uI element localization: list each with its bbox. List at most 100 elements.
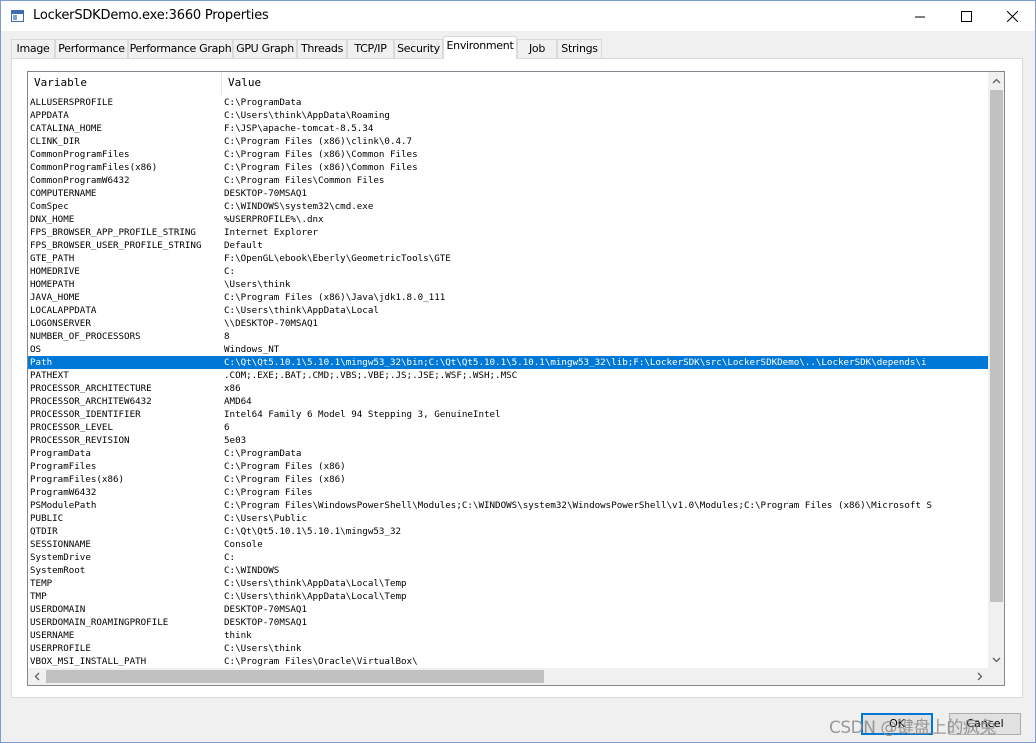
list-item[interactable]: VBOX_MSI_INSTALL_PATH C:\Program Files\Or… xyxy=(28,655,988,668)
list-item[interactable]: HOMEPATH \Users\think xyxy=(28,278,988,291)
list-item[interactable]: NUMBER_OF_PROCESSORS 8 xyxy=(28,330,988,343)
vertical-scrollbar[interactable] xyxy=(988,72,1004,668)
list-item[interactable]: USERPROFILE C:\Users\think xyxy=(28,642,988,655)
horizontal-scrollbar[interactable] xyxy=(28,668,988,685)
list-item[interactable]: SystemDrive C: xyxy=(28,551,988,564)
variable-value: C:\Users\think\AppData\Local\Temp xyxy=(224,591,407,602)
tab-strings[interactable]: Strings xyxy=(557,39,602,58)
variable-value: DESKTOP-70MSAQ1 xyxy=(224,617,307,628)
list-item[interactable]: ALLUSERSPROFILE C:\ProgramData xyxy=(28,96,988,109)
variable-name: PROCESSOR_REVISION xyxy=(30,435,130,446)
list-item[interactable]: ProgramW6432 C:\Program Files xyxy=(28,486,988,499)
list-item[interactable]: LOGONSERVER \\DESKTOP-70MSAQ1 xyxy=(28,317,988,330)
maximize-button[interactable] xyxy=(943,1,989,31)
tab-job[interactable]: Job xyxy=(517,39,557,58)
variable-name: ProgramFiles xyxy=(30,461,97,472)
minimize-button[interactable] xyxy=(897,1,943,31)
variable-name: ProgramData xyxy=(30,448,91,459)
list-item[interactable]: PROCESSOR_REVISION 5e03 xyxy=(28,434,988,447)
variable-name: JAVA_HOME xyxy=(30,292,80,303)
title-bar[interactable]: LockerSDKDemo.exe:3660 Properties xyxy=(1,1,1035,31)
variable-value: Windows_NT xyxy=(224,344,280,355)
horizontal-scroll-thumb[interactable] xyxy=(46,670,544,683)
list-item[interactable]: PUBLIC C:\Users\Public xyxy=(28,512,988,525)
list-item[interactable]: DNX_HOME %USERPROFILE%\.dnx xyxy=(28,213,988,226)
variable-value: C:\ProgramData xyxy=(224,97,302,108)
list-item[interactable]: SESSIONNAME Console xyxy=(28,538,988,551)
variable-value: C:\Program Files (x86)\Common Files xyxy=(224,162,418,173)
list-item[interactable]: OS Windows_NT xyxy=(28,343,988,356)
vertical-scroll-thumb[interactable] xyxy=(990,90,1003,602)
variable-name: TEMP xyxy=(30,578,53,589)
tab-environment[interactable]: Environment xyxy=(443,36,517,59)
list-item[interactable]: TEMP C:\Users\think\AppData\Local\Temp xyxy=(28,577,988,590)
variable-value: C:\Program Files (x86)\Java\jdk1.8.0_111 xyxy=(224,292,446,303)
list-item[interactable]: PSModulePath C:\Program Files\WindowsPowe… xyxy=(28,499,988,512)
variable-value: C:\Program Files\WindowsPowerShell\Modul… xyxy=(224,500,933,511)
list-item[interactable]: USERNAME think xyxy=(28,629,988,642)
column-header-variable[interactable]: Variable xyxy=(28,72,222,94)
list-item[interactable]: ComSpec C:\WINDOWS\system32\cmd.exe xyxy=(28,200,988,213)
maximize-icon xyxy=(960,10,972,22)
variable-value: C:\Program Files xyxy=(224,487,313,498)
variable-name: PROCESSOR_LEVEL xyxy=(30,422,113,433)
list-item[interactable]: ProgramData C:\ProgramData xyxy=(28,447,988,460)
variable-name: VBOX_MSI_INSTALL_PATH xyxy=(30,656,147,667)
list-item[interactable]: GTE_PATH F:\OpenGL\ebook\Eberly\Geometric… xyxy=(28,252,988,265)
scroll-down-button[interactable] xyxy=(988,651,1004,668)
variable-value: F:\OpenGL\ebook\Eberly\GeometricTools\GT… xyxy=(224,253,451,264)
list-item[interactable]: TMP C:\Users\think\AppData\Local\Temp xyxy=(28,590,988,603)
scroll-left-button[interactable] xyxy=(28,668,45,685)
list-item[interactable]: SystemRoot C:\WINDOWS xyxy=(28,564,988,577)
list-item[interactable]: ProgramFiles(x86) C:\Program Files (x86) xyxy=(28,473,988,486)
variable-value: C:\Program Files (x86) xyxy=(224,474,346,485)
variable-value: DESKTOP-70MSAQ1 xyxy=(224,188,307,199)
list-item[interactable]: USERDOMAIN DESKTOP-70MSAQ1 xyxy=(28,603,988,616)
list-item[interactable]: QTDIR C:\Qt\Qt5.10.1\5.10.1\mingw53_32 xyxy=(28,525,988,538)
tab-performance-graph[interactable]: Performance Graph xyxy=(128,39,233,58)
list-item[interactable]: FPS_BROWSER_USER_PROFILE_STRING Default xyxy=(28,239,988,252)
tab-security[interactable]: Security xyxy=(394,39,443,58)
variable-name: TMP xyxy=(30,591,47,602)
app-icon xyxy=(11,10,24,22)
list-item[interactable]: APPDATA C:\Users\think\AppData\Roaming xyxy=(28,109,988,122)
list-item[interactable]: CLINK_DIR C:\Program Files (x86)\clink\0.… xyxy=(28,135,988,148)
variable-value: C: xyxy=(224,552,236,563)
list-rows: ALLUSERSPROFILE C:\ProgramData APPDATA C:\U… xyxy=(28,96,988,668)
scroll-right-button[interactable] xyxy=(971,668,988,685)
list-item[interactable]: LOCALAPPDATA C:\Users\think\AppData\Local xyxy=(28,304,988,317)
list-item[interactable]: PROCESSOR_IDENTIFIER Intel64 Family 6 Mod… xyxy=(28,408,988,421)
list-item[interactable]: CommonProgramFiles C:\Program Files (x86)… xyxy=(28,148,988,161)
list-item[interactable]: CATALINA_HOME F:\JSP\apache-tomcat-8.5.34 xyxy=(28,122,988,135)
list-item[interactable]: Path C:\Qt\Qt5.10.1\5.10.1\mingw53_32\bin… xyxy=(28,356,988,369)
list-item[interactable]: COMPUTERNAME DESKTOP-70MSAQ1 xyxy=(28,187,988,200)
tab-gpu-graph[interactable]: GPU Graph xyxy=(233,39,297,58)
window-title: LockerSDKDemo.exe:3660 Properties xyxy=(33,8,269,23)
column-header-value[interactable]: Value xyxy=(222,72,988,94)
chevron-up-icon xyxy=(992,78,1001,83)
list-item[interactable]: CommonProgramFiles(x86) C:\Program Files … xyxy=(28,161,988,174)
variable-value: 8 xyxy=(224,331,230,342)
list-item[interactable]: FPS_BROWSER_APP_PROFILE_STRING Internet E… xyxy=(28,226,988,239)
list-item[interactable]: PROCESSOR_ARCHITEW6432 AMD64 xyxy=(28,395,988,408)
tab-performance[interactable]: Performance xyxy=(55,39,128,58)
tab-image[interactable]: Image xyxy=(11,39,55,58)
variable-value: 5e03 xyxy=(224,435,247,446)
list-item[interactable]: PROCESSOR_ARCHITECTURE x86 xyxy=(28,382,988,395)
list-item[interactable]: PROCESSOR_LEVEL 6 xyxy=(28,421,988,434)
list-item[interactable]: PATHEXT .COM;.EXE;.BAT;.CMD;.VBS;.VBE;.JS… xyxy=(28,369,988,382)
tab-threads[interactable]: Threads xyxy=(297,39,347,58)
list-item[interactable]: USERDOMAIN_ROAMINGPROFILE DESKTOP-70MSAQ1 xyxy=(28,616,988,629)
tab-tcpip[interactable]: TCP/IP xyxy=(347,39,394,58)
list-item[interactable]: JAVA_HOME C:\Program Files (x86)\Java\jdk… xyxy=(28,291,988,304)
scroll-up-button[interactable] xyxy=(988,72,1004,89)
variable-value: C:\WINDOWS xyxy=(224,565,280,576)
close-button[interactable] xyxy=(989,1,1035,31)
variable-name: ProgramW6432 xyxy=(30,487,97,498)
list-item[interactable]: ProgramFiles C:\Program Files (x86) xyxy=(28,460,988,473)
variable-name: Path xyxy=(30,357,53,368)
list-item[interactable]: CommonProgramW6432 C:\Program Files\Commo… xyxy=(28,174,988,187)
environment-list[interactable]: Variable Value ALLUSERSPROFILE C:\Program… xyxy=(27,71,1005,686)
list-item[interactable]: HOMEDRIVE C: xyxy=(28,265,988,278)
variable-value: C:\WINDOWS\system32\cmd.exe xyxy=(224,201,374,212)
